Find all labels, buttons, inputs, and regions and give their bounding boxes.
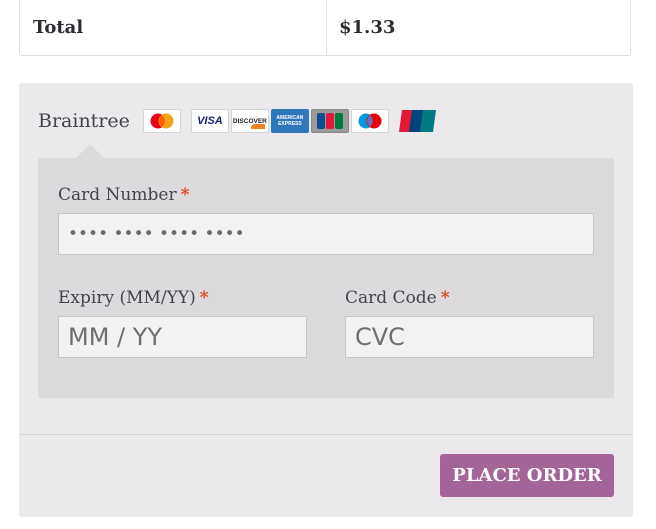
order-total-row: Total $1.33 [19, 0, 631, 56]
card-code-input[interactable]: CVC [345, 316, 594, 358]
maestro-icon [350, 109, 389, 133]
total-value: $1.33 [339, 17, 396, 38]
card-icons: VISA DISCOVER AMERICAN EXPRESS [142, 109, 439, 133]
card-number-label: Card Number * [58, 185, 190, 205]
unionpay-icon [398, 109, 437, 133]
card-code-label: Card Code * [345, 288, 450, 308]
payment-method-label: Braintree [38, 110, 130, 132]
divider [19, 434, 633, 435]
form-pointer [76, 144, 104, 158]
expiry-label: Expiry (MM/YY) * [58, 288, 209, 308]
card-form: Card Number * •••• •••• •••• •••• Expiry … [38, 144, 614, 398]
required-mark: * [180, 185, 190, 205]
payment-box: Braintree VISA DISCOVER AMERICAN EXPRESS… [19, 83, 633, 517]
card-number-input[interactable]: •••• •••• •••• •••• [58, 213, 594, 255]
mastercard-icon [142, 109, 181, 133]
jcb-icon [310, 109, 349, 133]
total-label: Total [20, 0, 327, 55]
amex-icon: AMERICAN EXPRESS [270, 109, 309, 133]
expiry-input[interactable]: MM / YY [58, 316, 307, 358]
discover-icon: DISCOVER [230, 109, 269, 133]
required-mark: * [440, 288, 450, 308]
visa-icon: VISA [190, 109, 229, 133]
payment-method-row[interactable]: Braintree VISA DISCOVER AMERICAN EXPRESS [38, 109, 439, 133]
required-mark: * [199, 288, 209, 308]
place-order-button[interactable]: PLACE ORDER [440, 454, 614, 497]
